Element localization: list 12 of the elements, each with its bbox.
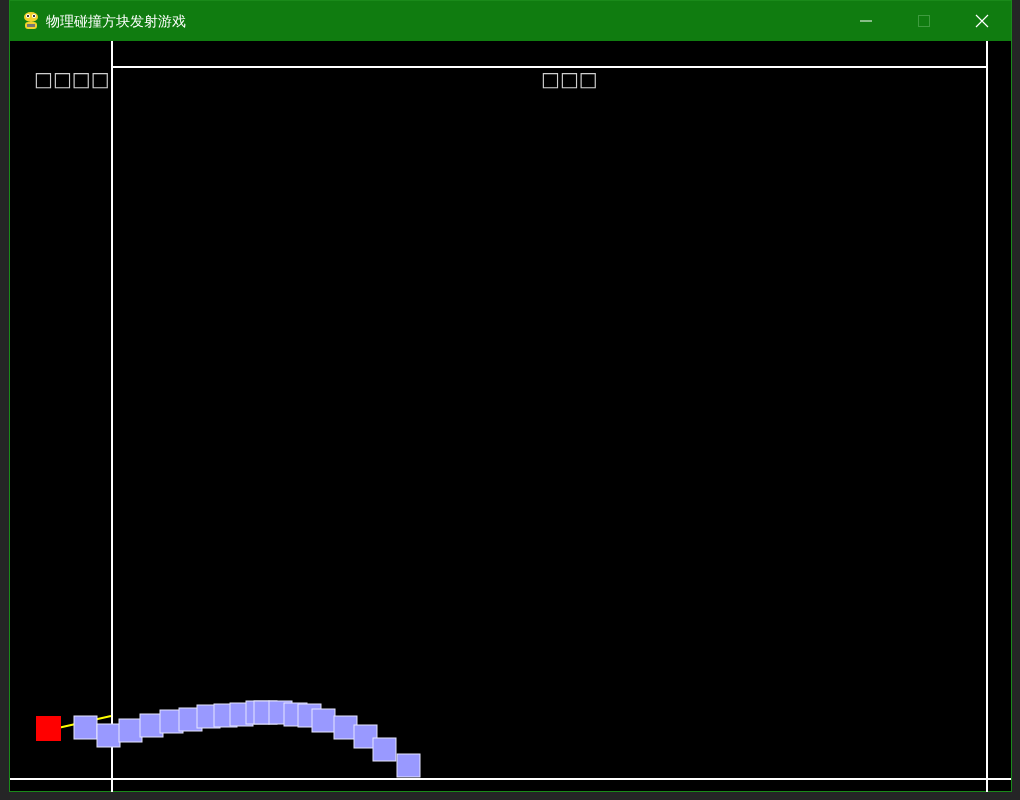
field-label: □□□ bbox=[541, 66, 598, 93]
block bbox=[311, 708, 336, 733]
panel-label: □□□□ bbox=[34, 66, 110, 93]
block bbox=[396, 753, 421, 778]
close-icon bbox=[975, 14, 989, 28]
block bbox=[372, 737, 397, 762]
mascot-icon bbox=[22, 11, 40, 31]
window-title: 物理碰撞方块发射游戏 bbox=[46, 11, 186, 31]
block bbox=[96, 723, 121, 748]
block bbox=[73, 715, 98, 740]
maximize-icon bbox=[918, 15, 930, 27]
launcher-block bbox=[36, 716, 61, 741]
